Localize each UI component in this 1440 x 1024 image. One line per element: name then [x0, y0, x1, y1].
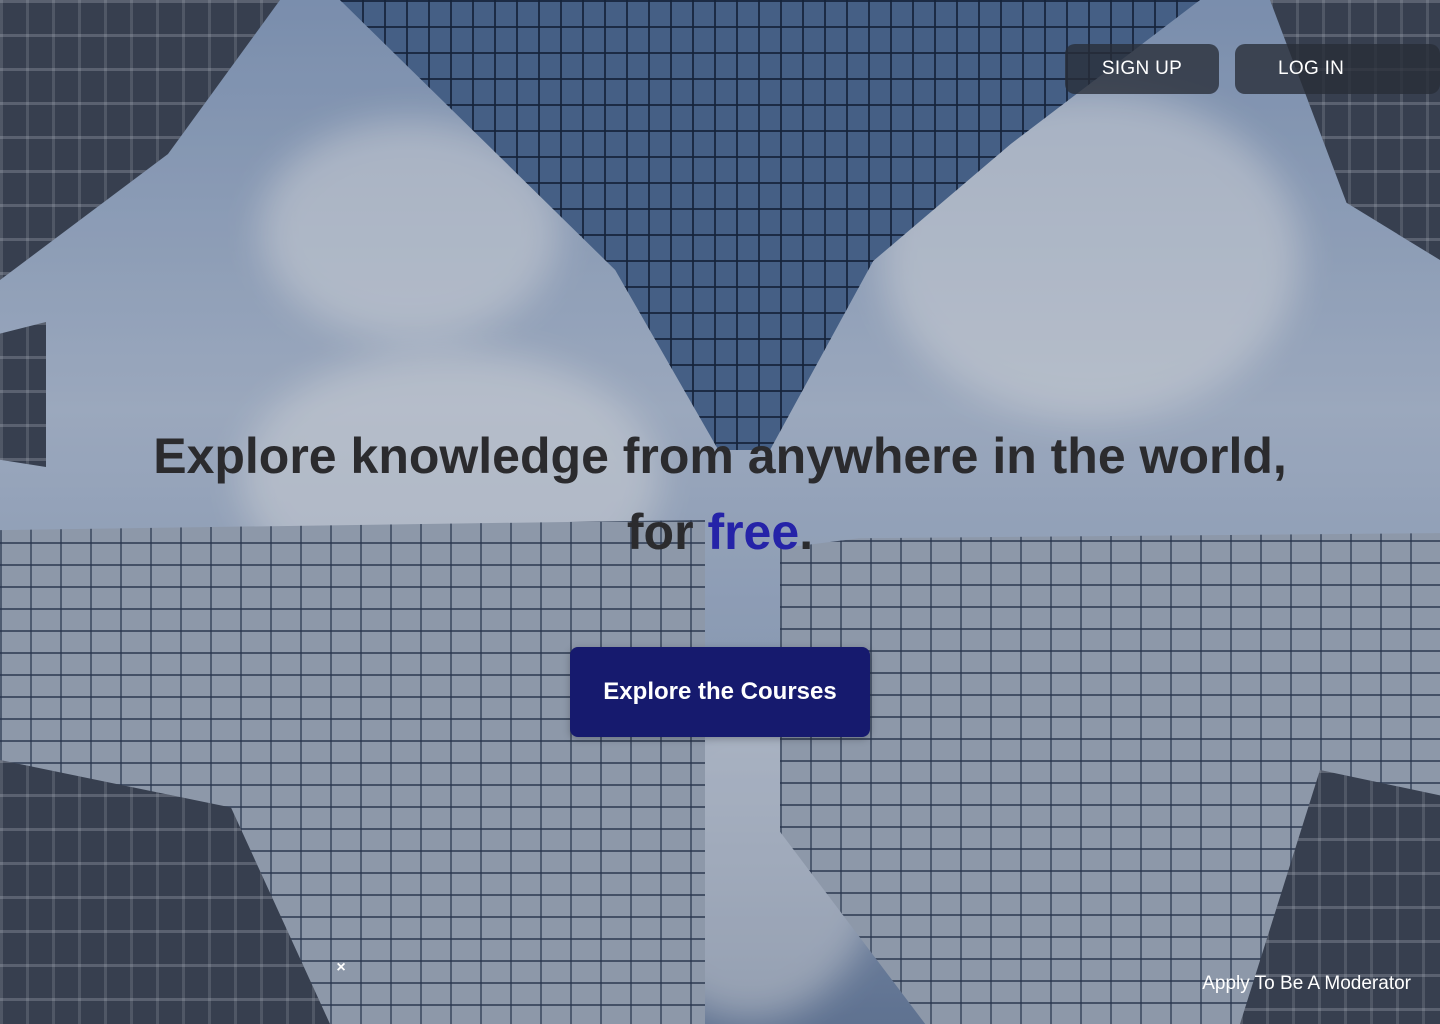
hero-headline: Explore knowledge from anywhere in the w…: [0, 418, 1440, 570]
signup-button[interactable]: SIGN UP: [1065, 44, 1219, 94]
headline-line1: Explore knowledge from anywhere in the w…: [153, 428, 1287, 484]
explore-courses-button[interactable]: Explore the Courses: [570, 647, 870, 737]
headline-accent: free: [707, 504, 800, 560]
close-icon[interactable]: ×: [333, 959, 349, 977]
apply-moderator-link[interactable]: Apply To Be A Moderator: [1202, 973, 1411, 995]
hero-section: SIGN UP LOG IN Explore knowledge from an…: [0, 0, 1440, 1024]
headline-for: for: [626, 504, 708, 560]
headline-period: .: [799, 504, 814, 560]
login-button[interactable]: LOG IN: [1235, 44, 1440, 94]
top-nav: SIGN UP LOG IN: [1065, 44, 1440, 94]
